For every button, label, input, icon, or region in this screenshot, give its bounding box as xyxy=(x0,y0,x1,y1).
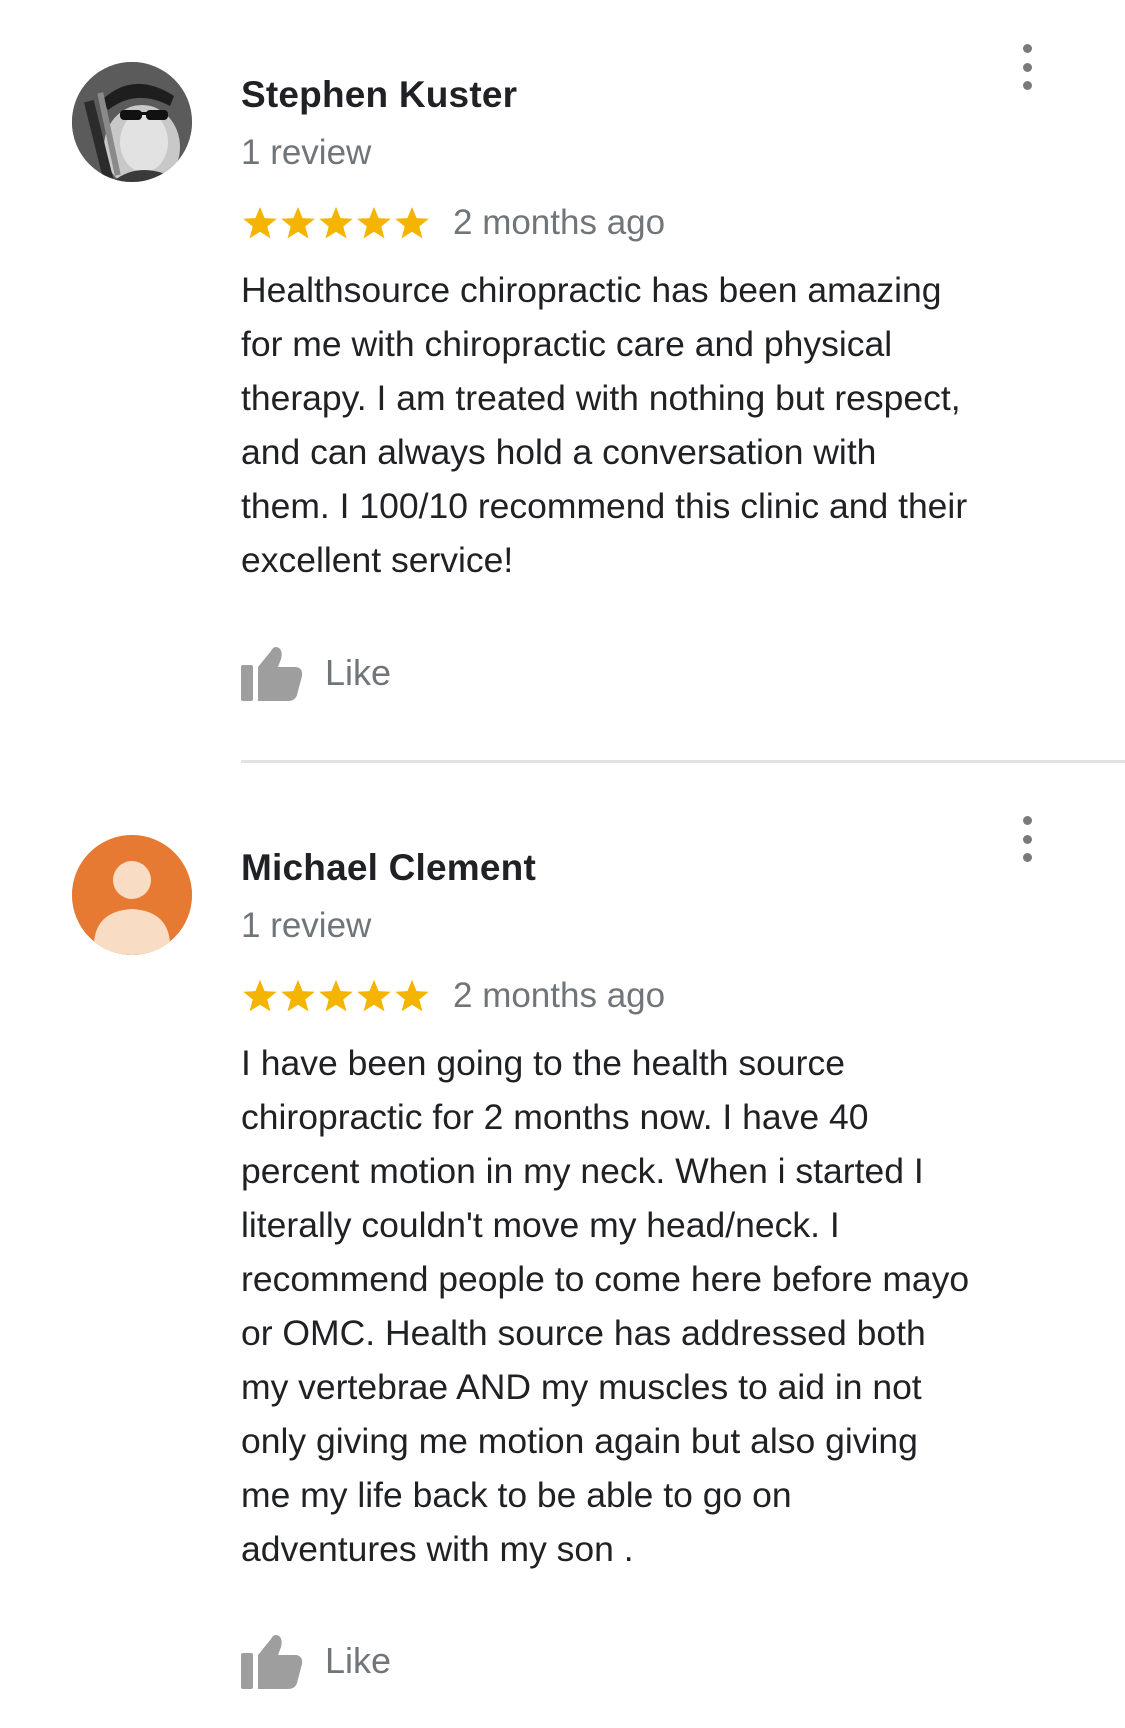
more-vert-icon-dot xyxy=(1022,834,1032,844)
rating-row: 2 months ago xyxy=(241,974,665,1018)
reviewer-avatar[interactable] xyxy=(72,62,192,182)
more-vert-icon xyxy=(1022,816,1032,825)
review-divider xyxy=(241,760,1125,763)
star-icon xyxy=(243,206,277,239)
star-icon xyxy=(281,206,315,239)
more-vert-icon-dot xyxy=(1022,62,1032,72)
review-more-options-button[interactable] xyxy=(1012,816,1042,862)
thumbs-up-icon xyxy=(241,647,303,701)
reviewer-review-count: 1 review xyxy=(241,906,372,945)
thumbs-up-icon xyxy=(241,1635,303,1689)
default-user-avatar-icon xyxy=(72,835,192,955)
star-icon xyxy=(357,206,391,239)
star-icon xyxy=(395,206,429,239)
more-vert-icon-dot xyxy=(1022,81,1032,90)
star-icon xyxy=(319,979,353,1012)
reviewer-name[interactable]: Michael Clement xyxy=(241,847,536,889)
rating-row: 2 months ago xyxy=(241,201,665,245)
star-icon xyxy=(357,979,391,1012)
user-photo-icon xyxy=(72,62,192,182)
reviewer-avatar[interactable] xyxy=(72,835,192,955)
more-vert-icon-dot xyxy=(1022,853,1032,862)
star-icon xyxy=(395,979,429,1012)
reviewer-review-count: 1 review xyxy=(241,133,372,172)
like-button[interactable]: Like xyxy=(241,1630,391,1692)
star-rating xyxy=(241,974,431,1018)
star-icon xyxy=(319,206,353,239)
reviews-list: Stephen Kuster 1 review 2 months ago Hea… xyxy=(0,0,1125,1728)
review-text: I have been going to the health source c… xyxy=(241,1043,970,1569)
like-button[interactable]: Like xyxy=(241,642,391,704)
star-icon xyxy=(281,979,315,1012)
review-text: Healthsource chiropractic has been amazi… xyxy=(241,270,968,580)
review-card: Stephen Kuster 1 review 2 months ago Hea… xyxy=(0,0,1125,763)
like-label: Like xyxy=(325,1640,392,1681)
star-rating xyxy=(241,201,431,245)
review-more-options-button[interactable] xyxy=(1012,44,1042,90)
star-icon xyxy=(243,979,277,1012)
review-card: Michael Clement 1 review 2 months ago I … xyxy=(0,770,1125,1728)
review-time: 2 months ago xyxy=(453,976,666,1015)
like-label: Like xyxy=(325,652,392,693)
reviewer-name[interactable]: Stephen Kuster xyxy=(241,74,517,116)
more-vert-icon xyxy=(1022,44,1032,53)
review-time: 2 months ago xyxy=(453,203,666,242)
